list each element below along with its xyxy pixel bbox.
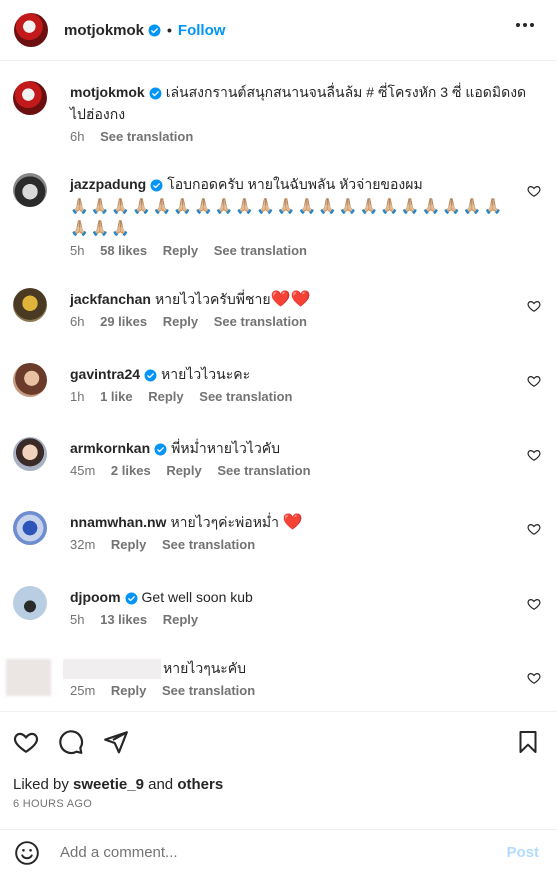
liked-by-others[interactable]: others [177,776,223,793]
see-translation-button[interactable]: See translation [217,463,310,478]
author-username[interactable]: motjokmok [64,22,144,39]
separator-dot: • [167,22,172,38]
emoji-smiley-icon[interactable] [14,840,40,866]
verified-badge-icon [154,443,167,456]
add-comment-input[interactable] [60,844,460,861]
reply-button[interactable]: Reply [163,612,198,627]
comment-text: หายไวๆนะคับ [163,660,247,676]
see-translation-button[interactable]: See translation [162,537,255,552]
see-translation-button[interactable]: See translation [100,129,193,144]
like-comment-heart-icon[interactable] [527,299,541,313]
comment-bubble-icon[interactable] [58,729,84,755]
reply-button[interactable]: Reply [163,243,198,258]
author-avatar[interactable] [14,13,48,47]
reply-button[interactable]: Reply [111,537,146,552]
commenter-avatar[interactable] [13,288,47,322]
like-comment-heart-icon[interactable] [527,522,541,536]
liked-by-prefix: Liked by [13,776,69,793]
comment-text: หายไวๆค่ะพ่อหม่ำ [170,514,280,530]
heart-emoji: ❤️❤️ [270,289,311,308]
save-bookmark-icon[interactable] [516,729,540,755]
commenter-avatar[interactable] [13,363,47,397]
like-heart-icon[interactable] [13,729,39,755]
reply-button[interactable]: Reply [163,314,198,329]
liked-by-user[interactable]: sweetie_9 [73,776,144,793]
comment-likes[interactable]: 58 likes [100,243,147,258]
like-comment-heart-icon[interactable] [527,597,541,611]
see-translation-button[interactable]: See translation [214,314,307,329]
verified-badge-icon [125,592,138,605]
like-comment-heart-icon[interactable] [527,448,541,462]
post-header: motjokmok • Follow [0,0,557,61]
post-actions: Liked by sweetie_9 and others 6 HOURS AG… [0,711,557,829]
see-translation-button[interactable]: See translation [199,389,292,404]
reply-button[interactable]: Reply [166,463,201,478]
comment-time: 6h [70,314,85,329]
comment-likes[interactable]: 29 likes [100,314,147,329]
comment-likes[interactable]: 1 like [100,389,133,404]
reply-button[interactable]: Reply [148,389,183,404]
pray-emoji: 🙏🏼🙏🏼🙏🏼🙏🏼🙏🏼🙏🏼🙏🏼🙏🏼🙏🏼🙏🏼🙏🏼🙏🏼🙏🏼🙏🏼🙏🏼🙏🏼🙏🏼🙏🏼🙏🏼🙏🏼… [70,197,505,237]
liked-by-line: Liked by sweetie_9 and others [13,776,223,793]
more-options-icon[interactable] [515,22,535,28]
verified-badge-icon [148,24,161,36]
post-timestamp: 6 HOURS AGO [13,798,93,810]
commenter-username[interactable]: nnamwhan.nw [70,514,166,530]
comment-text: หายไวไวนะคะ [161,366,251,382]
like-comment-heart-icon[interactable] [527,184,541,198]
add-comment-bar: Post [0,829,557,875]
commenter-avatar[interactable] [13,437,47,471]
caption-time: 6h [70,129,85,144]
comment-likes[interactable]: 2 likes [111,463,151,478]
like-comment-heart-icon[interactable] [527,374,541,388]
comment-time: 32m [70,537,96,552]
comment-time: 5h [70,243,85,258]
redacted-username [63,659,161,680]
comments-section: motjokmok เล่นสงกรานต์สนุกสนานจนลื่นล้ม #… [0,61,557,711]
comment-time: 1h [70,389,85,404]
commenter-avatar[interactable] [13,173,47,207]
commenter-username[interactable]: armkornkan [70,440,150,456]
commenter-username[interactable]: jazzpadung [70,176,146,192]
verified-badge-icon [149,87,162,100]
comment-time: 45m [70,463,96,478]
commenter-avatar[interactable] [6,659,51,696]
comment-time: 5h [70,612,85,627]
commenter-username[interactable]: djpoom [70,589,121,605]
like-comment-heart-icon[interactable] [527,671,541,685]
liked-by-and: and [148,776,174,793]
see-translation-button[interactable]: See translation [162,683,255,698]
share-send-icon[interactable] [103,729,129,755]
comment-text: โอบกอดครับ หายในฉับพลัน หัวจ่ายของผม [167,176,423,192]
commenter-avatar[interactable] [13,586,47,620]
commenter-username[interactable]: gavintra24 [70,366,140,382]
caption-avatar[interactable] [13,81,47,115]
comment-likes[interactable]: 13 likes [100,612,147,627]
post-comment-button[interactable]: Post [506,844,539,861]
follow-button[interactable]: Follow [178,22,226,39]
verified-badge-icon [150,179,163,192]
comment-text: พี่หม่ำหายไวไวคับ [171,440,281,456]
verified-badge-icon [144,369,157,382]
comment-text: หายไวไวครับพี่ชาย [154,291,271,307]
comment-time: 25m [70,683,96,699]
caption-username[interactable]: motjokmok [70,84,145,100]
comment-text: Get well soon kub [141,589,253,605]
see-translation-button[interactable]: See translation [214,243,307,258]
commenter-username[interactable]: jackfanchan [70,291,151,307]
heart-emoji: ❤️ [282,512,303,531]
commenter-avatar[interactable] [13,511,47,545]
reply-button[interactable]: Reply [111,683,146,698]
